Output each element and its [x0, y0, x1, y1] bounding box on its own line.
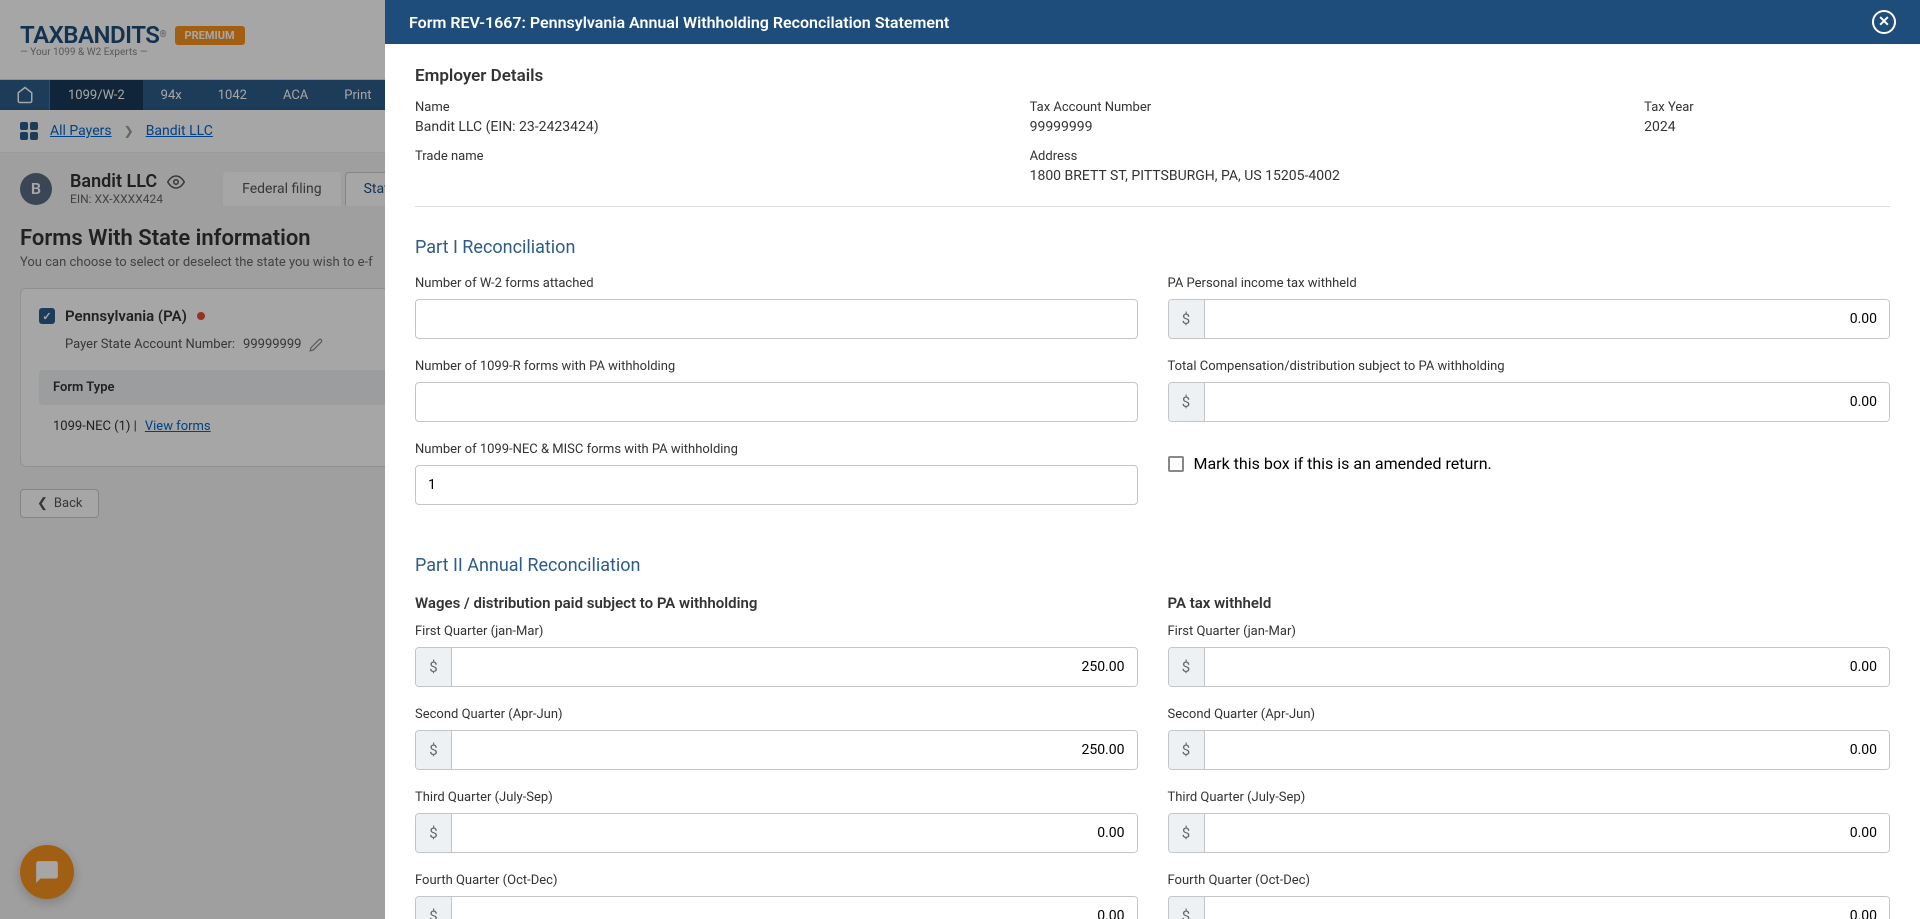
dollar-icon: $	[1169, 383, 1205, 421]
tax-q4-input[interactable]	[1205, 897, 1890, 919]
dollar-icon: $	[1169, 897, 1205, 919]
modal: Form REV-1667: Pennsylvania Annual Withh…	[385, 0, 1920, 919]
tax-q1-label: First Quarter (jan-Mar)	[1168, 624, 1891, 639]
w2-label: Number of W-2 forms attached	[415, 276, 1138, 291]
amended-label: Mark this box if this is an amended retu…	[1194, 454, 1492, 473]
employer-heading: Employer Details	[415, 66, 1890, 86]
close-icon: ✕	[1878, 14, 1890, 30]
total-comp-input[interactable]	[1205, 383, 1890, 421]
part1-title: Part I Reconciliation	[415, 237, 1890, 258]
name-value: Bandit LLC (EIN: 23-2423424)	[415, 119, 1030, 135]
amended-checkbox[interactable]	[1168, 456, 1184, 472]
tax-heading: PA tax withheld	[1168, 594, 1891, 612]
wages-q2-label: Second Quarter (Apr-Jun)	[415, 707, 1138, 722]
dollar-icon: $	[1169, 648, 1205, 686]
w2-input[interactable]	[415, 299, 1138, 339]
wages-q1-input[interactable]	[452, 648, 1137, 686]
tax-q3-input[interactable]	[1205, 814, 1890, 852]
tax-year-label: Tax Year	[1644, 100, 1890, 115]
total-comp-label: Total Compensation/distribution subject …	[1168, 359, 1891, 374]
tax-account-value: 99999999	[1030, 119, 1645, 135]
close-button[interactable]: ✕	[1872, 10, 1896, 34]
dollar-icon: $	[416, 731, 452, 769]
modal-header: Form REV-1667: Pennsylvania Annual Withh…	[385, 0, 1920, 44]
pa-income-input[interactable]	[1205, 300, 1890, 338]
dollar-icon: $	[1169, 300, 1205, 338]
tax-q4-label: Fourth Quarter (Oct-Dec)	[1168, 873, 1891, 888]
wages-q3-label: Third Quarter (July-Sep)	[415, 790, 1138, 805]
tax-year-value: 2024	[1644, 119, 1890, 135]
dollar-icon: $	[416, 814, 452, 852]
dollar-icon: $	[1169, 814, 1205, 852]
nec-misc-label: Number of 1099-NEC & MISC forms with PA …	[415, 442, 1138, 457]
wages-q3-input[interactable]	[452, 814, 1137, 852]
dollar-icon: $	[416, 897, 452, 919]
dollar-icon: $	[1169, 731, 1205, 769]
wages-q4-input[interactable]	[452, 897, 1137, 919]
wages-q2-input[interactable]	[452, 731, 1137, 769]
wages-heading: Wages / distribution paid subject to PA …	[415, 594, 1138, 612]
modal-title: Form REV-1667: Pennsylvania Annual Withh…	[409, 13, 949, 32]
r1099-label: Number of 1099-R forms with PA withholdi…	[415, 359, 1138, 374]
address-value: 1800 BRETT ST, PITTSBURGH, PA, US 15205-…	[1030, 168, 1890, 184]
tax-q1-input[interactable]	[1205, 648, 1890, 686]
name-label: Name	[415, 100, 1030, 115]
tax-q2-label: Second Quarter (Apr-Jun)	[1168, 707, 1891, 722]
nec-misc-input[interactable]	[415, 465, 1138, 505]
dollar-icon: $	[416, 648, 452, 686]
wages-q4-label: Fourth Quarter (Oct-Dec)	[415, 873, 1138, 888]
tax-q3-label: Third Quarter (July-Sep)	[1168, 790, 1891, 805]
tax-q2-input[interactable]	[1205, 731, 1890, 769]
r1099-input[interactable]	[415, 382, 1138, 422]
trade-name-label: Trade name	[415, 149, 1030, 164]
tax-account-label: Tax Account Number	[1030, 100, 1645, 115]
address-label: Address	[1030, 149, 1890, 164]
wages-q1-label: First Quarter (jan-Mar)	[415, 624, 1138, 639]
part2-title: Part II Annual Reconciliation	[415, 555, 1890, 576]
pa-income-label: PA Personal income tax withheld	[1168, 276, 1891, 291]
